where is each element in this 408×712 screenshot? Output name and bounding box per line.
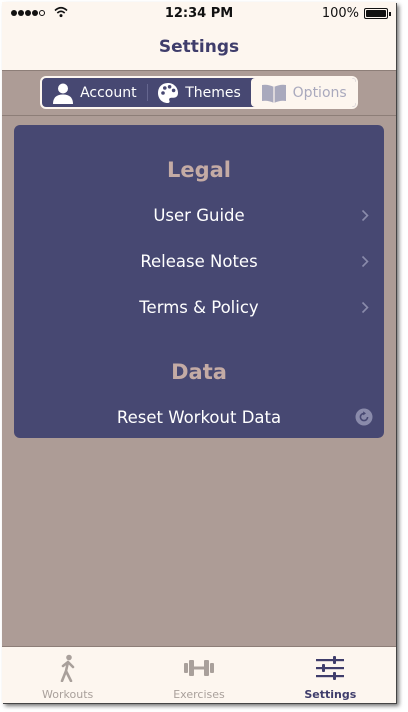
- reset-icon: [355, 408, 373, 426]
- data-section-title: Data: [171, 360, 227, 384]
- legal-section-title: Legal: [166, 158, 232, 182]
- reset-workout-data-row[interactable]: Reset Workout Data: [14, 397, 384, 437]
- page-title: Settings: [158, 37, 240, 57]
- options-card: Legal User Guide Release Notes Terms & P…: [14, 125, 384, 438]
- tab-workouts[interactable]: Workouts: [2, 647, 133, 703]
- reset-workout-data-label: Reset Workout Data: [116, 407, 282, 427]
- navigation-bar: Settings: [2, 24, 396, 71]
- tab-exercises[interactable]: Exercises: [133, 647, 264, 703]
- chevron-right-icon: [361, 209, 369, 222]
- dumbbell-icon: [183, 660, 214, 676]
- settings-segmented-control: Account Themes Options: [40, 76, 358, 109]
- terms-policy-row[interactable]: Terms & Policy: [14, 287, 384, 327]
- tab-workouts-label: Workouts: [42, 688, 94, 701]
- battery-icon: [364, 8, 391, 19]
- battery-percent: 100%: [321, 6, 359, 21]
- segment-account[interactable]: Account: [42, 78, 147, 107]
- segment-themes-label: Themes: [185, 84, 241, 101]
- status-bar: 12:34 PM 100%: [2, 2, 396, 24]
- segment-account-label: Account: [80, 84, 137, 101]
- terms-policy-label: Terms & Policy: [139, 297, 259, 317]
- segment-options[interactable]: Options: [251, 78, 356, 107]
- phone-screen: 12:34 PM 100% Settings Account Themes Op…: [2, 2, 396, 703]
- palette-icon: [158, 82, 179, 103]
- segment-themes[interactable]: Themes: [146, 78, 252, 107]
- segment-options-label: Options: [292, 84, 347, 101]
- tab-settings[interactable]: Settings: [265, 647, 396, 703]
- header-divider: [2, 115, 396, 116]
- release-notes-label: Release Notes: [140, 251, 258, 271]
- tab-settings-label: Settings: [304, 688, 357, 701]
- chevron-right-icon: [361, 301, 369, 314]
- user-guide-row[interactable]: User Guide: [14, 195, 384, 235]
- book-icon: [261, 84, 286, 103]
- sliders-icon: [316, 656, 345, 680]
- release-notes-row[interactable]: Release Notes: [14, 241, 384, 281]
- tab-bar: Workouts Exercises Settings: [2, 646, 396, 703]
- tab-exercises-label: Exercises: [173, 688, 225, 701]
- person-icon: [53, 83, 74, 104]
- user-guide-label: User Guide: [153, 205, 245, 225]
- chevron-right-icon: [361, 255, 369, 268]
- walking-person-icon: [60, 654, 74, 682]
